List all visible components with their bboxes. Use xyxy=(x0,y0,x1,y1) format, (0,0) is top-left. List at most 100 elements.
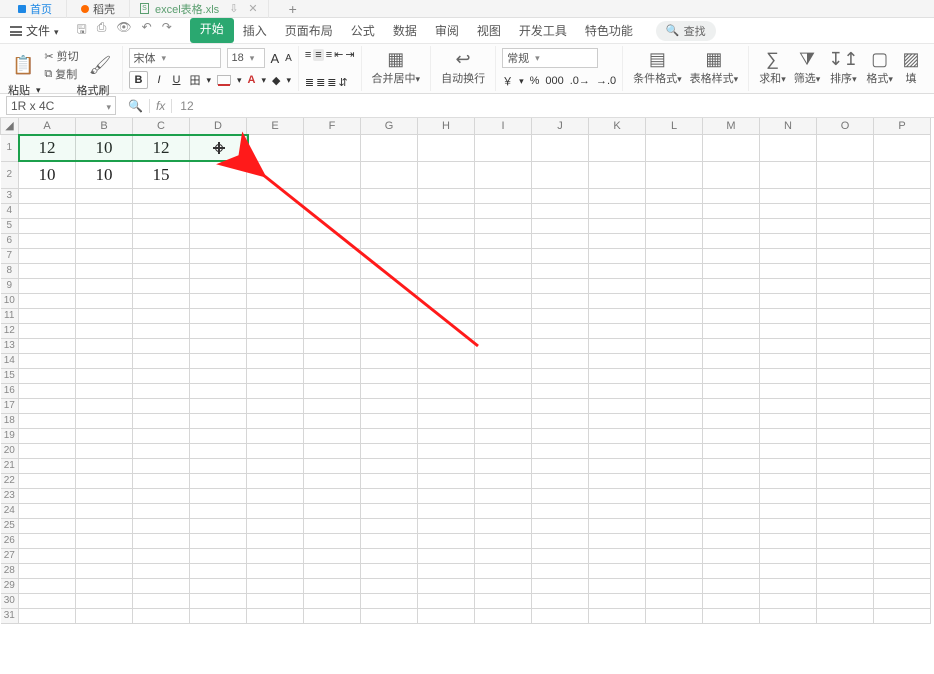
cell-J28[interactable] xyxy=(532,563,589,578)
cell-J20[interactable] xyxy=(532,443,589,458)
cell-M1[interactable] xyxy=(703,134,760,161)
cell-A20[interactable] xyxy=(19,443,76,458)
cell-D31[interactable] xyxy=(190,608,247,623)
cell-O16[interactable] xyxy=(817,383,874,398)
cell-E31[interactable] xyxy=(247,608,304,623)
cell-M22[interactable] xyxy=(703,473,760,488)
row-header-31[interactable]: 31 xyxy=(1,608,19,623)
cell-L20[interactable] xyxy=(646,443,703,458)
cell-O22[interactable] xyxy=(817,473,874,488)
column-header-N[interactable]: N xyxy=(760,118,817,134)
cell-H13[interactable] xyxy=(418,338,475,353)
row-header-29[interactable]: 29 xyxy=(1,578,19,593)
cell-B14[interactable] xyxy=(76,353,133,368)
cell-C18[interactable] xyxy=(133,413,190,428)
cell-M6[interactable] xyxy=(703,233,760,248)
cell-O1[interactable] xyxy=(817,134,874,161)
chevron-down-icon[interactable] xyxy=(519,75,524,87)
decrease-indent-button[interactable]: ⇤ xyxy=(334,48,343,61)
cell-L25[interactable] xyxy=(646,518,703,533)
select-all-corner[interactable]: ◢ xyxy=(1,118,19,134)
cell-D27[interactable] xyxy=(190,548,247,563)
decrease-decimal-button[interactable]: →.0 xyxy=(596,75,616,87)
cell-G21[interactable] xyxy=(361,458,418,473)
cell-L1[interactable] xyxy=(646,134,703,161)
cell-C27[interactable] xyxy=(133,548,190,563)
cell-C19[interactable] xyxy=(133,428,190,443)
cell-B18[interactable] xyxy=(76,413,133,428)
tab-home[interactable]: 首页 xyxy=(4,0,67,18)
row-header-22[interactable]: 22 xyxy=(1,473,19,488)
cell-K2[interactable] xyxy=(589,161,646,188)
cell-F24[interactable] xyxy=(304,503,361,518)
cell-I8[interactable] xyxy=(475,263,532,278)
cell-K9[interactable] xyxy=(589,278,646,293)
cell-F2[interactable] xyxy=(304,161,361,188)
fill-color-button[interactable] xyxy=(217,75,231,85)
cell-J19[interactable] xyxy=(532,428,589,443)
cell-N27[interactable] xyxy=(760,548,817,563)
cell-F18[interactable] xyxy=(304,413,361,428)
chevron-down-icon[interactable] xyxy=(36,84,41,96)
cell-H4[interactable] xyxy=(418,203,475,218)
cell-P28[interactable] xyxy=(874,563,931,578)
cell-G18[interactable] xyxy=(361,413,418,428)
cell-P8[interactable] xyxy=(874,263,931,278)
cell-I14[interactable] xyxy=(475,353,532,368)
cell-C16[interactable] xyxy=(133,383,190,398)
cell-P14[interactable] xyxy=(874,353,931,368)
cell-A14[interactable] xyxy=(19,353,76,368)
cell-L15[interactable] xyxy=(646,368,703,383)
grow-font-button[interactable]: A xyxy=(271,51,280,66)
cell-M27[interactable] xyxy=(703,548,760,563)
cell-B27[interactable] xyxy=(76,548,133,563)
cell-F10[interactable] xyxy=(304,293,361,308)
comma-button[interactable]: 000 xyxy=(545,75,563,87)
cell-L3[interactable] xyxy=(646,188,703,203)
row-header-5[interactable]: 5 xyxy=(1,218,19,233)
column-header-B[interactable]: B xyxy=(76,118,133,134)
cell-I22[interactable] xyxy=(475,473,532,488)
align-bottom-center-button[interactable]: ≣ xyxy=(316,76,325,89)
row-header-2[interactable]: 2 xyxy=(1,161,19,188)
cell-K5[interactable] xyxy=(589,218,646,233)
cell-D4[interactable] xyxy=(190,203,247,218)
cell-D8[interactable] xyxy=(190,263,247,278)
cell-P1[interactable] xyxy=(874,134,931,161)
sort-button[interactable]: ↧↥排序 xyxy=(824,48,862,88)
cell-I5[interactable] xyxy=(475,218,532,233)
cell-B13[interactable] xyxy=(76,338,133,353)
tab-document[interactable]: S excel表格.xls ⇩ ✕ xyxy=(130,0,269,18)
cell-P19[interactable] xyxy=(874,428,931,443)
cell-H21[interactable] xyxy=(418,458,475,473)
cell-E27[interactable] xyxy=(247,548,304,563)
redo-icon[interactable]: ↷ xyxy=(162,20,172,41)
cell-E8[interactable] xyxy=(247,263,304,278)
cell-P22[interactable] xyxy=(874,473,931,488)
cell-K10[interactable] xyxy=(589,293,646,308)
cell-H14[interactable] xyxy=(418,353,475,368)
cell-H25[interactable] xyxy=(418,518,475,533)
cell-H17[interactable] xyxy=(418,398,475,413)
cell-H30[interactable] xyxy=(418,593,475,608)
cell-P9[interactable] xyxy=(874,278,931,293)
cell-E30[interactable] xyxy=(247,593,304,608)
cell-G8[interactable] xyxy=(361,263,418,278)
cell-M28[interactable] xyxy=(703,563,760,578)
row-header-16[interactable]: 16 xyxy=(1,383,19,398)
row-header-14[interactable]: 14 xyxy=(1,353,19,368)
cell-M9[interactable] xyxy=(703,278,760,293)
cell-F28[interactable] xyxy=(304,563,361,578)
cell-D10[interactable] xyxy=(190,293,247,308)
cell-P6[interactable] xyxy=(874,233,931,248)
cell-P13[interactable] xyxy=(874,338,931,353)
cell-A3[interactable] xyxy=(19,188,76,203)
percent-button[interactable]: % xyxy=(530,75,540,87)
cell-E15[interactable] xyxy=(247,368,304,383)
cell-J10[interactable] xyxy=(532,293,589,308)
cell-J31[interactable] xyxy=(532,608,589,623)
cell-P21[interactable] xyxy=(874,458,931,473)
cell-N23[interactable] xyxy=(760,488,817,503)
cell-D18[interactable] xyxy=(190,413,247,428)
align-bottom-left-button[interactable]: ≣ xyxy=(305,76,314,89)
